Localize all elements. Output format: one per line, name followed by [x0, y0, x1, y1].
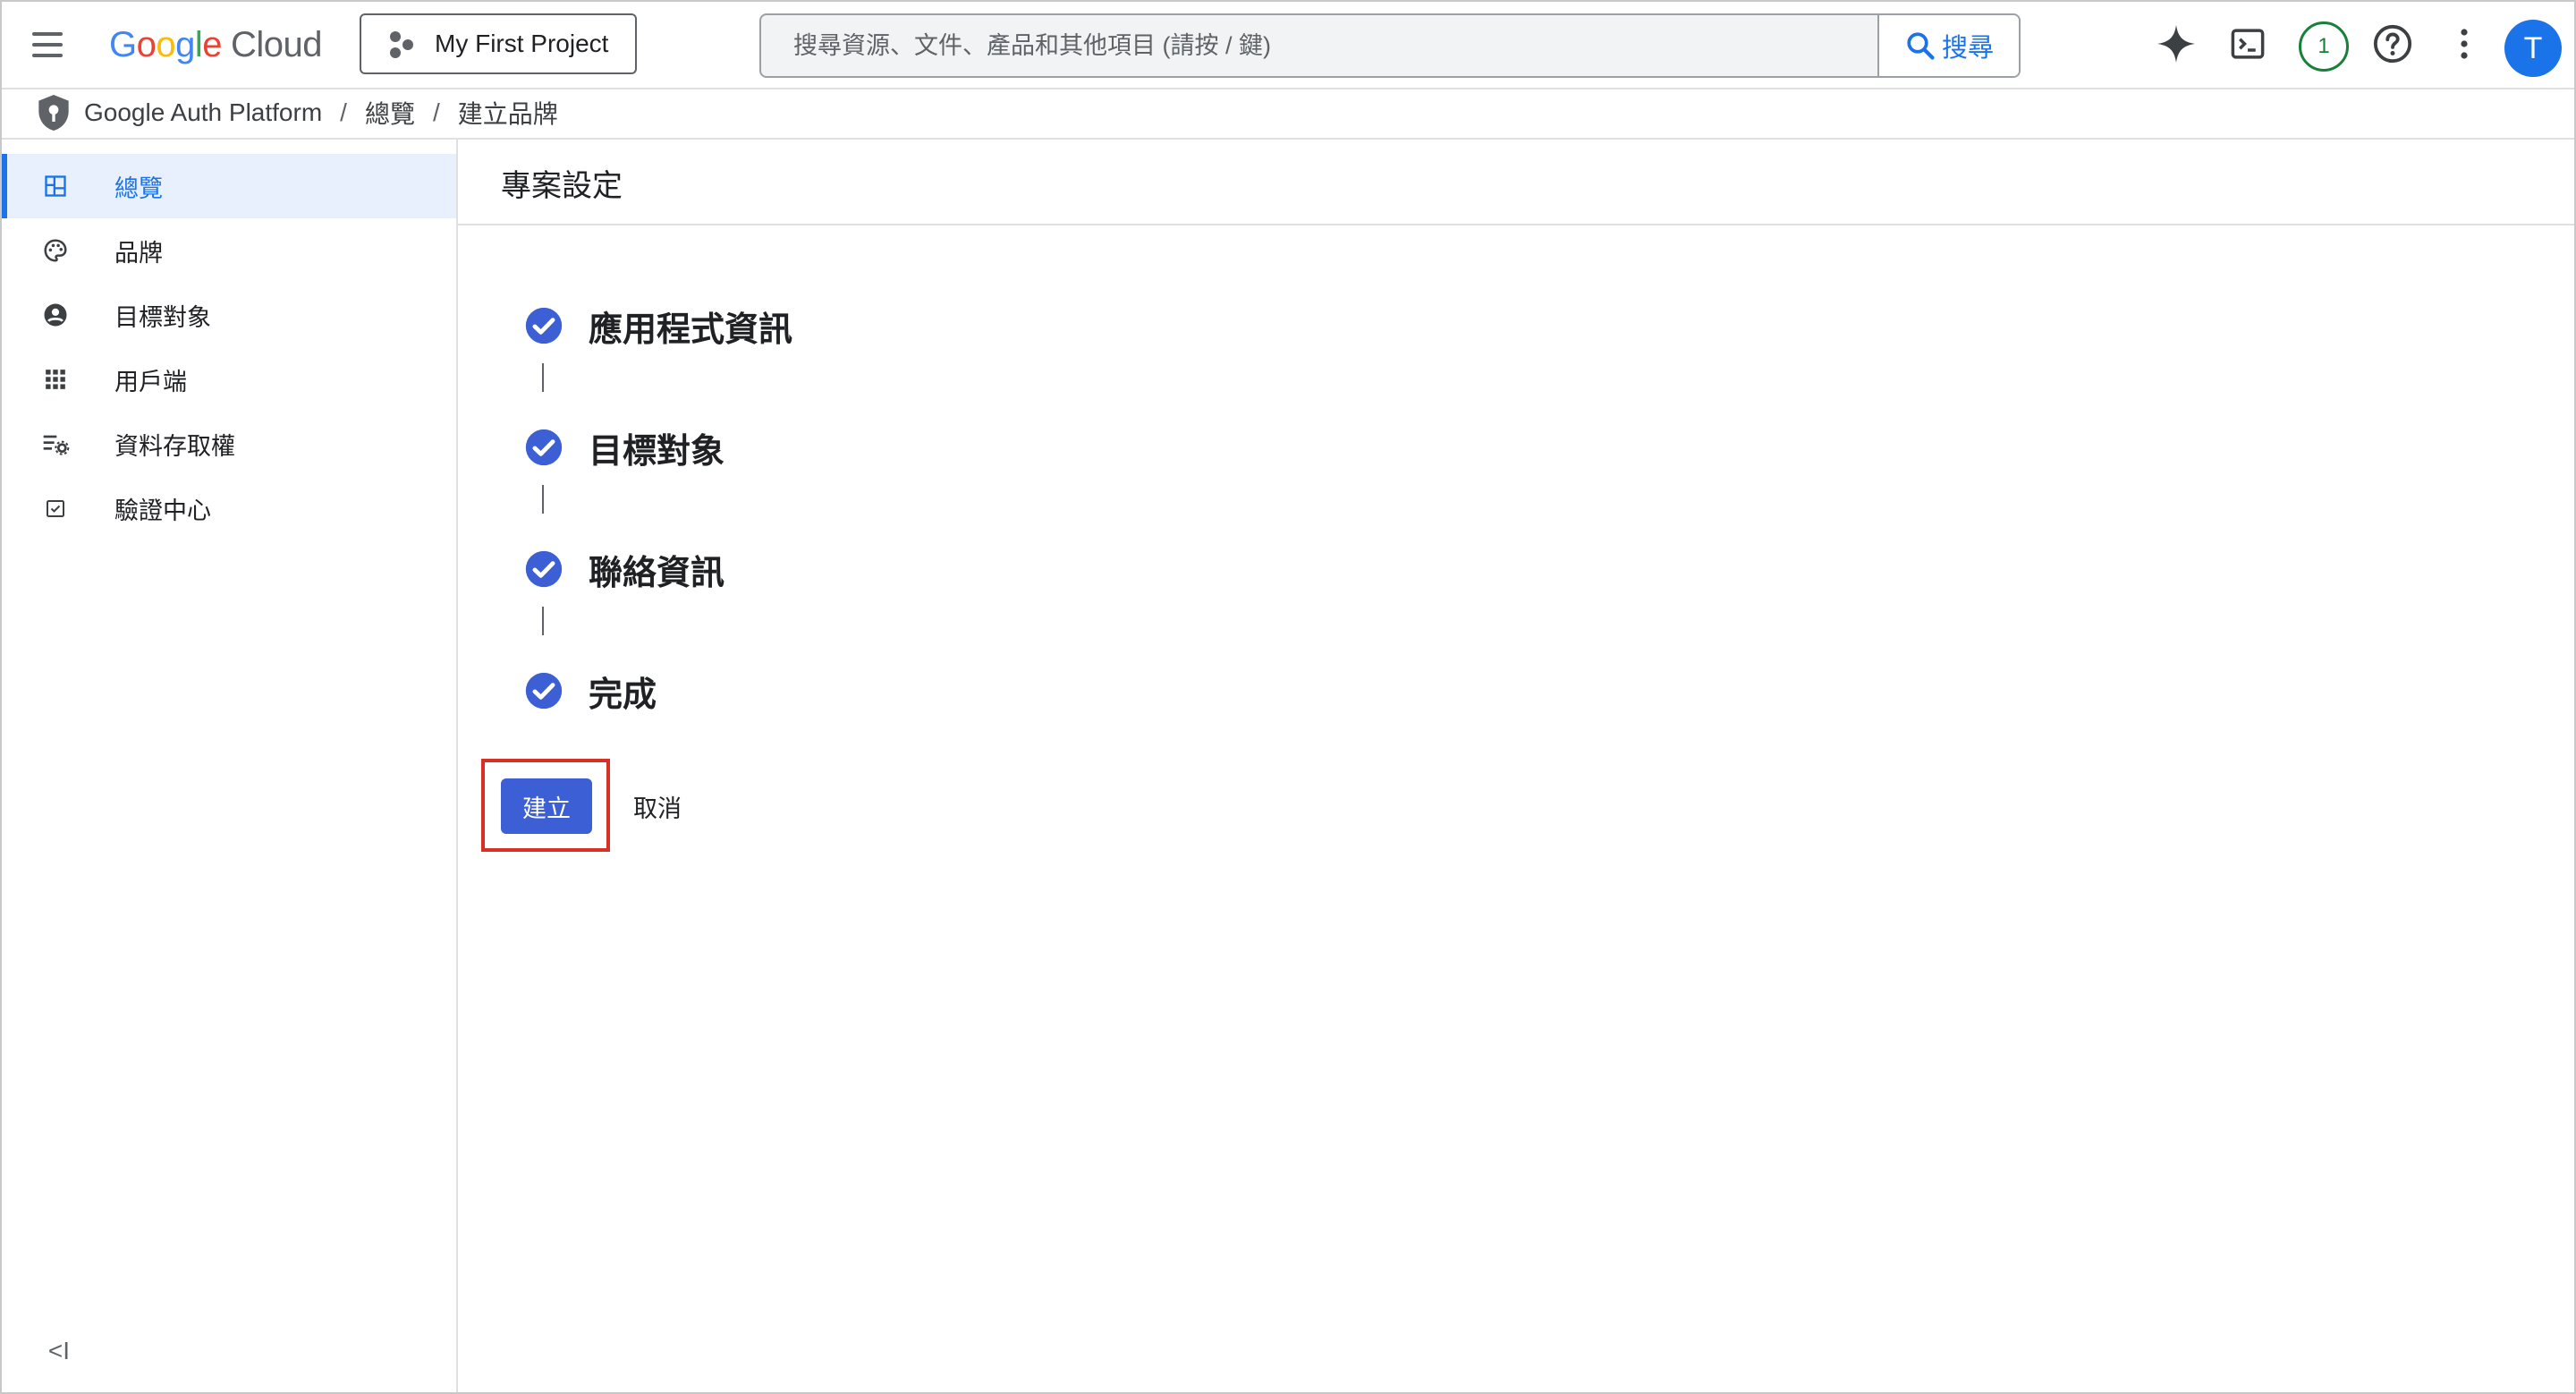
stepper-step-contact-info: 聯絡資訊 [524, 549, 724, 592]
data-access-settings-icon [41, 429, 70, 458]
create-button[interactable]: 建立 [501, 778, 592, 834]
breadcrumb-product-link[interactable]: Google Auth Platform [84, 98, 322, 127]
stepper-step-app-info: 應用程式資訊 [524, 306, 792, 349]
project-name: My First Project [435, 30, 609, 57]
sidebar-nav: 總覽 品牌 目標對象 用戶端 資料存取權 驗證中心 <I [2, 140, 458, 1392]
main-menu-icon[interactable] [29, 29, 64, 61]
notification-count: 1 [2299, 21, 2349, 72]
breadcrumb-overview-link[interactable]: 總覽 [365, 95, 415, 131]
gemini-sparkle-icon[interactable] [2154, 21, 2199, 66]
step-label[interactable]: 聯絡資訊 [589, 545, 724, 594]
step-label[interactable]: 目標對象 [589, 423, 724, 472]
sidebar-item-clients[interactable]: 用戶端 [2, 347, 456, 412]
sidebar-item-label: 目標對象 [114, 303, 211, 331]
stepper-connector [542, 363, 544, 392]
sidebar-item-branding[interactable]: 品牌 [2, 218, 456, 283]
cancel-button[interactable]: 取消 [617, 778, 698, 834]
verification-checkbox-icon [41, 494, 70, 523]
sidebar-item-label: 驗證中心 [114, 497, 211, 524]
project-hierarchy-icon [385, 26, 420, 62]
auth-platform-shield-icon [38, 95, 69, 131]
sidebar-item-verification-center[interactable]: 驗證中心 [2, 476, 456, 540]
search-input[interactable] [761, 15, 1877, 76]
search-bar: 搜尋 [759, 13, 2021, 78]
account-avatar[interactable]: T [2504, 20, 2562, 77]
step-label[interactable]: 應用程式資訊 [589, 302, 792, 351]
breadcrumb: Google Auth Platform / 總覽 / 建立品牌 [36, 91, 558, 134]
breadcrumb-current: 建立品牌 [457, 100, 558, 128]
account-circle-icon [41, 301, 70, 329]
stepper-step-audience: 目標對象 [524, 428, 724, 471]
breadcrumb-separator: / [432, 98, 440, 126]
palette-icon [41, 236, 70, 265]
breadcrumb-separator: / [340, 98, 347, 126]
logo-google-text: Google [109, 24, 223, 64]
project-picker-button[interactable]: My First Project [360, 13, 637, 74]
search-button-label: 搜尋 [1941, 34, 1994, 63]
apps-grid-icon [41, 365, 70, 394]
sidebar-item-label: 總覽 [114, 174, 163, 202]
search-button[interactable]: 搜尋 [1877, 15, 2019, 76]
collapse-sidebar-icon[interactable]: <I [41, 1333, 77, 1369]
stepper-connector [542, 607, 544, 635]
sidebar-item-data-access[interactable]: 資料存取權 [2, 412, 456, 476]
google-cloud-logo[interactable]: Google Cloud [109, 21, 323, 68]
sidebar-item-audience[interactable]: 目標對象 [2, 283, 456, 347]
check-circle-icon [525, 672, 563, 710]
help-icon[interactable] [2370, 21, 2415, 66]
stepper-step-finish: 完成 [524, 671, 657, 714]
step-label[interactable]: 完成 [589, 667, 657, 716]
search-icon [1907, 32, 1935, 60]
notifications-badge[interactable]: 1 [2297, 20, 2351, 73]
sidebar-item-overview[interactable]: 總覽 [2, 154, 456, 218]
page-title: 專案設定 [501, 169, 623, 203]
check-circle-icon [525, 429, 563, 466]
sidebar-item-label: 用戶端 [114, 368, 187, 395]
title-divider [458, 224, 2574, 225]
dashboard-icon [41, 172, 70, 200]
cloud-shell-terminal-icon[interactable] [2225, 21, 2270, 66]
stepper-connector [542, 485, 544, 514]
top-app-bar: Google Cloud My First Project 搜尋資源、文件、產品… [2, 2, 2574, 89]
check-circle-icon [525, 550, 563, 588]
sidebar-item-label: 品牌 [114, 239, 163, 267]
logo-cloud-text: Cloud [231, 24, 323, 64]
sidebar-item-label: 資料存取權 [114, 432, 235, 460]
more-vert-icon[interactable] [2442, 21, 2487, 66]
check-circle-icon [525, 307, 563, 344]
